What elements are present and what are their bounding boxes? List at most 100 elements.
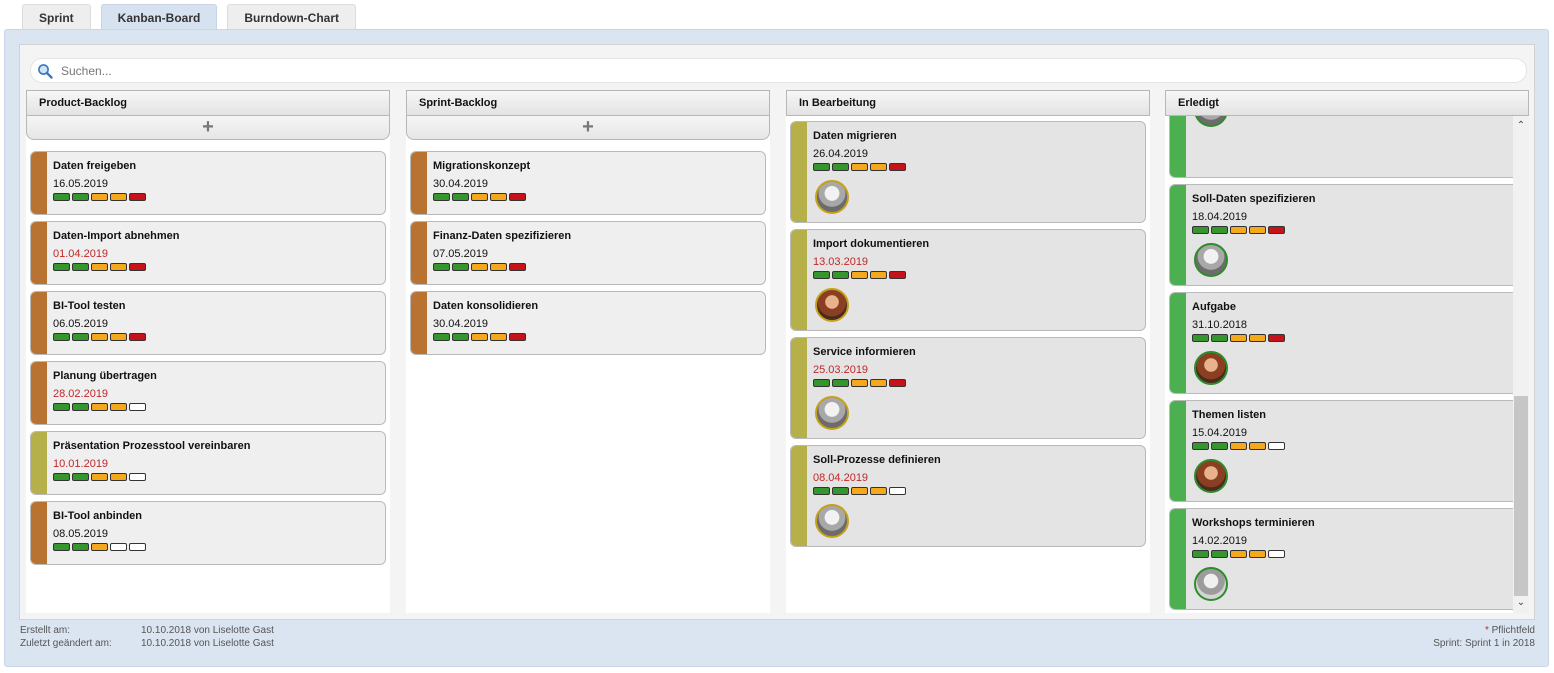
card-due-date: 16.05.2019 [53, 178, 109, 190]
task-card[interactable]: Finanz-Daten spezifizieren 07.05.2019 [410, 221, 766, 285]
sprint-info: Sprint: Sprint 1 in 2018 [1433, 638, 1535, 649]
task-card[interactable]: Daten-Import abnehmen 01.04.2019 [30, 221, 386, 285]
status-pill [1211, 550, 1228, 558]
card-title: Migrationskonzept [433, 160, 531, 172]
card-due-date: 08.05.2019 [53, 528, 109, 540]
task-card[interactable]: Soll-Daten spezifizieren 18.04.2019 [1169, 184, 1525, 286]
task-card[interactable]: Service informieren 25.03.2019 [790, 337, 1146, 439]
card-due-date: 18.04.2019 [1192, 211, 1248, 223]
created-info: Erstellt am: 10.10.2018 von Liselotte Gas… [20, 625, 274, 636]
task-card[interactable]: Import dokumentieren 13.03.2019 [790, 229, 1146, 331]
assignee-avatar[interactable] [815, 180, 849, 214]
status-pill [129, 543, 146, 551]
status-pill [1192, 334, 1209, 342]
status-indicators [53, 543, 146, 551]
status-pill [832, 271, 849, 279]
priority-stripe [1170, 185, 1186, 285]
status-pill [471, 333, 488, 341]
search-box [30, 58, 1527, 83]
status-indicators [813, 163, 906, 171]
status-pill [110, 193, 127, 201]
scroll-up-icon[interactable]: ⌃ [1513, 118, 1529, 134]
status-indicators [433, 333, 526, 341]
status-pill [832, 163, 849, 171]
status-pill [91, 543, 108, 551]
card-due-date: 26.04.2019 [813, 148, 869, 160]
status-pill [1211, 334, 1228, 342]
card-due-date: 10.01.2019 [53, 458, 109, 470]
card-due-date: 07.05.2019 [433, 248, 489, 260]
status-pill [1192, 442, 1209, 450]
status-pill [91, 263, 108, 271]
plus-icon: + [202, 116, 214, 138]
task-card[interactable]: BI-Tool anbinden 08.05.2019 [30, 501, 386, 565]
status-pill [813, 271, 830, 279]
status-pill [129, 473, 146, 481]
search-icon[interactable] [37, 63, 53, 79]
card-title: Daten konsolidieren [433, 300, 539, 312]
status-pill [870, 487, 887, 495]
task-card[interactable]: Aufgabe 31.10.2018 [1169, 292, 1525, 394]
status-indicators [1192, 334, 1285, 342]
vertical-scrollbar[interactable]: ⌃ ⌄ [1513, 116, 1529, 613]
status-pill [851, 379, 868, 387]
required-note: * Pflichtfeld [1485, 625, 1535, 636]
status-indicators [53, 193, 146, 201]
status-indicators [813, 379, 906, 387]
search-input[interactable] [61, 61, 1511, 80]
assignee-avatar[interactable] [1194, 351, 1228, 385]
status-pill [851, 487, 868, 495]
card-title: Finanz-Daten spezifizieren [433, 230, 572, 242]
priority-stripe [31, 502, 47, 564]
assignee-avatar[interactable] [815, 504, 849, 538]
status-pill [452, 193, 469, 201]
priority-stripe [31, 432, 47, 494]
status-pill [452, 333, 469, 341]
assignee-avatar[interactable] [1194, 459, 1228, 493]
priority-stripe [411, 222, 427, 284]
card-due-date: 31.10.2018 [1192, 319, 1248, 331]
status-pill [1230, 226, 1247, 234]
assignee-avatar[interactable] [815, 396, 849, 430]
status-pill [72, 543, 89, 551]
card-due-date: 01.04.2019 [53, 248, 109, 260]
assignee-avatar[interactable] [1194, 243, 1228, 277]
status-pill [129, 403, 146, 411]
status-pill [72, 193, 89, 201]
plus-icon: + [582, 116, 594, 138]
task-card[interactable]: Workshops terminieren 14.02.2019 [1169, 508, 1525, 610]
add-card-button[interactable]: + [26, 115, 390, 140]
column-title: Erledigt [1165, 90, 1529, 116]
status-pill [110, 403, 127, 411]
status-pill [889, 163, 906, 171]
task-card[interactable] [1169, 116, 1525, 178]
assignee-avatar[interactable] [815, 288, 849, 322]
task-card[interactable]: Planung übertragen 28.02.2019 [30, 361, 386, 425]
status-pill [1249, 334, 1266, 342]
scroll-down-icon[interactable]: ⌄ [1513, 595, 1529, 611]
kanban-board: Product-Backlog + Daten freigeben 16.05.2… [19, 44, 1535, 620]
assignee-avatar[interactable] [1194, 116, 1228, 127]
task-card[interactable]: Präsentation Prozesstool vereinbaren 10.0… [30, 431, 386, 495]
priority-stripe [31, 362, 47, 424]
card-due-date: 08.04.2019 [813, 472, 869, 484]
task-card[interactable]: Migrationskonzept 30.04.2019 [410, 151, 766, 215]
status-pill [509, 263, 526, 271]
status-pill [1268, 226, 1285, 234]
tab-kanban-board[interactable]: Kanban-Board [100, 4, 218, 30]
task-card[interactable]: Themen listen 15.04.2019 [1169, 400, 1525, 502]
card-title: Themen listen [1192, 409, 1266, 421]
task-card[interactable]: Daten konsolidieren 30.04.2019 [410, 291, 766, 355]
task-card[interactable]: Daten migrieren 26.04.2019 [790, 121, 1146, 223]
tab-burndown-chart[interactable]: Burndown-Chart [227, 4, 356, 30]
tab-sprint[interactable]: Sprint [22, 4, 91, 30]
task-card[interactable]: Daten freigeben 16.05.2019 [30, 151, 386, 215]
task-card[interactable]: Soll-Prozesse definieren 08.04.2019 [790, 445, 1146, 547]
scrollbar-thumb[interactable] [1514, 396, 1528, 596]
assignee-avatar[interactable] [1194, 567, 1228, 601]
add-card-button[interactable]: + [406, 115, 770, 140]
status-pill [832, 487, 849, 495]
task-card[interactable]: BI-Tool testen 06.05.2019 [30, 291, 386, 355]
status-pill [53, 263, 70, 271]
changed-label: Zuletzt geändert am: [20, 638, 112, 649]
